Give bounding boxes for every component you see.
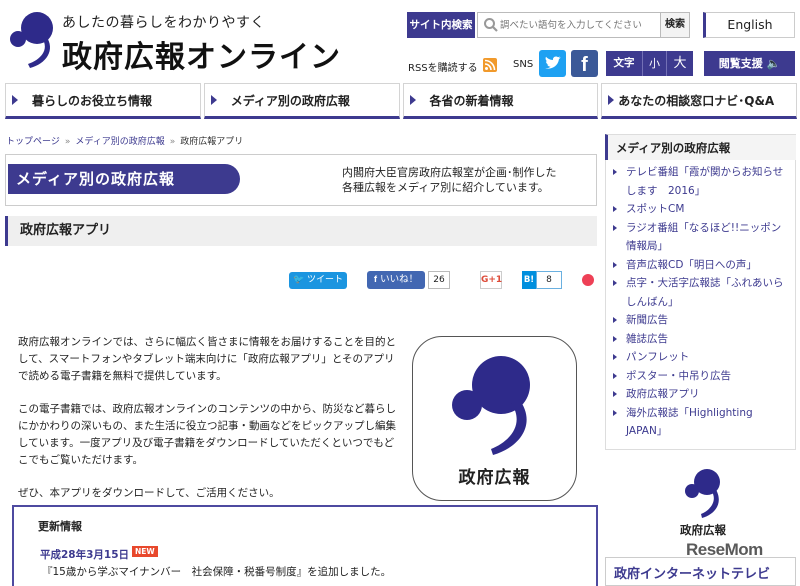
breadcrumb-home[interactable]: トップページ [6,137,60,147]
update-title: 更新情報 [38,520,82,533]
app-icon[interactable]: 政府広報 [412,336,577,501]
sidebar-item-spot-cm[interactable]: スポットCM [612,200,789,219]
search-box [477,12,662,38]
rss-icon[interactable] [483,58,497,72]
site-tagline: あしたの暮らしをわかりやすく [62,15,265,31]
app-icon-label: 政府広報 [458,468,531,488]
update-box: 更新情報 平成28年3月15日 NEW 『15歳から学ぶマイナンバー 社会保障・… [12,505,598,586]
english-button[interactable]: English [703,12,795,38]
global-nav: 暮らしのお役立ち情報 メディア別の政府広報 各省の新着情報 あなたの相談窓口ナビ… [5,83,797,119]
intro-paragraph: ぜひ、本アプリをダウンロードして、ご活用ください。 [18,487,280,499]
twitter-icon: 🐦 [292,275,305,285]
sidebar-item-braille[interactable]: 点字・大活字広報誌「ふれあいらしんばん」 [612,274,789,311]
government-logo-icon[interactable] [6,8,58,70]
text-size-large-button[interactable]: 大 [666,51,693,76]
chevron-right-icon [210,95,217,105]
like-count: 26 [428,271,450,289]
update-text[interactable]: 『15歳から学ぶマイナンバー 社会保障・税番号制度』を追加しました。 [42,564,391,579]
sidebar-item-audio-cd[interactable]: 音声広報CD「明日への声」 [612,256,789,275]
intro-paragraph: この電子書籍では、政府広報オンラインのコンテンツの中から、防災など暮らしにかかわ… [18,403,396,466]
text-size-label: 文字 [606,51,642,76]
chevron-right-icon [409,95,416,105]
nav-item-ministries[interactable]: 各省の新着情報 [402,83,599,119]
breadcrumb-media[interactable]: メディア別の政府広報 [75,137,164,147]
banner-label: メディア別の政府広報 [8,164,240,194]
site-title[interactable]: 政府広報オンライン [62,32,341,76]
intro-text: 政府広報オンラインでは、さらに幅広く皆さまに情報をお届けすることを目的として、ス… [18,334,398,518]
search-button[interactable]: 検索 [660,12,690,38]
chevron-right-icon [12,95,18,105]
search-input[interactable] [500,15,658,35]
sidebar-item-newspaper[interactable]: 新聞広告 [612,311,789,330]
sidebar-item-magazine[interactable]: 雑誌広告 [612,330,789,349]
sidebar-item-poster[interactable]: ポスター・中吊り広告 [612,367,789,386]
nav-item-consultation[interactable]: あなたの相談窓口ナビ･Q&A [601,83,797,119]
pocket-icon[interactable] [582,274,594,286]
search-icon [484,18,498,32]
nav-item-living-info[interactable]: 暮らしのお役立ち情報 [5,83,201,119]
sidebar-item-tv[interactable]: テレビ番組「霞が関からお知らせします 2016」 [612,163,789,200]
search-label: サイト内検索 [407,12,475,38]
update-date: 平成28年3月15日 [40,549,130,561]
watermark: ReseMom [686,540,763,559]
nav-item-media[interactable]: メディア別の政府広報 [203,83,400,119]
sidebar-logo-label: 政府広報 [680,523,726,537]
page-banner: メディア別の政府広報 内閣府大臣官房政府広報室が企画･制作した 各種広報をメディ… [5,154,597,206]
twitter-icon[interactable] [539,50,566,77]
hatena-count: 8 [536,271,562,289]
breadcrumb: トップページ» メディア別の政府広報» 政府広報アプリ [6,137,244,147]
sidebar-title: メディア別の政府広報 [605,134,796,160]
sidebar-item-app[interactable]: 政府広報アプリ [612,385,789,404]
banner-description: 内閣府大臣官房政府広報室が企画･制作した 各種広報をメディア別に紹介しています。 [342,166,557,194]
text-size-small-button[interactable]: 小 [642,51,666,76]
intro-paragraph: 政府広報オンラインでは、さらに幅広く皆さまに情報をお届けすることを目的として、ス… [18,336,396,382]
facebook-icon[interactable]: f [571,50,598,77]
sidebar-item-radio[interactable]: ラジオ番組「なるほど!!ニッポン情報局」 [612,219,789,256]
rss-link[interactable]: RSSを購読する [408,59,478,74]
sns-label: SNS [513,59,534,70]
breadcrumb-current: 政府広報アプリ [180,137,244,147]
internet-tv-banner[interactable]: 政府インターネットテレビ [605,557,796,586]
tweet-button[interactable]: 🐦 ツイート [289,272,347,289]
facebook-like-button[interactable]: f いいね！ [367,271,425,289]
sidebar-item-pamphlet[interactable]: パンフレット [612,348,789,367]
government-logo-icon [685,469,720,518]
chevron-right-icon [608,95,615,105]
sidebar-item-highlighting-japan[interactable]: 海外広報誌「Highlighting JAPAN」 [612,404,789,441]
sidebar-logo-banner[interactable]: 政府広報 [668,466,738,548]
page-title: 政府広報アプリ [5,216,597,246]
hatena-bookmark-button[interactable]: B! [522,271,536,289]
google-plus-button[interactable]: G+1 [480,271,502,289]
facebook-icon: f [373,274,378,285]
reading-support-button[interactable]: 閲覧支援 🔈 [704,51,795,76]
new-badge: NEW [132,546,158,557]
sidebar-list: テレビ番組「霞が関からお知らせします 2016」 スポットCM ラジオ番組「なる… [605,160,796,450]
